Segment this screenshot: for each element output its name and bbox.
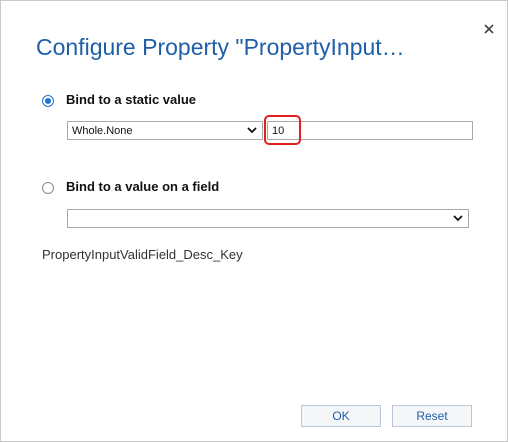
value-highlight-box bbox=[264, 115, 301, 145]
configure-property-dialog: Configure Property "PropertyInput… Bind … bbox=[0, 0, 508, 442]
close-icon[interactable] bbox=[482, 22, 496, 36]
field-value-radio[interactable] bbox=[42, 182, 54, 194]
ok-button[interactable]: OK bbox=[301, 405, 381, 427]
static-value-radio[interactable] bbox=[42, 95, 54, 107]
field-select[interactable] bbox=[67, 209, 469, 228]
chevron-down-icon bbox=[247, 127, 257, 134]
dialog-title: Configure Property "PropertyInput… bbox=[36, 34, 405, 60]
field-value-label: Bind to a value on a field bbox=[66, 179, 220, 194]
description-text: PropertyInputValidField_Desc_Key bbox=[42, 247, 243, 262]
type-select-value: Whole.None bbox=[72, 125, 133, 137]
chevron-down-icon bbox=[453, 215, 463, 222]
reset-button[interactable]: Reset bbox=[392, 405, 472, 427]
static-value-label: Bind to a static value bbox=[66, 92, 197, 107]
type-select[interactable]: Whole.None bbox=[67, 121, 263, 140]
